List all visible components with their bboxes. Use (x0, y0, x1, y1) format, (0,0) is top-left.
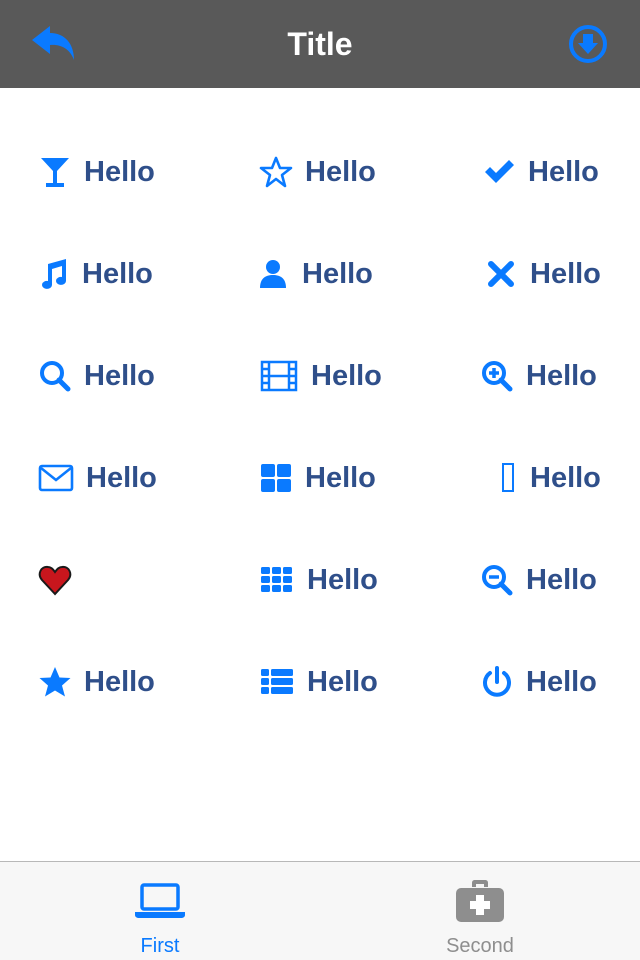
grid-item-star-outline[interactable]: Hello (259, 148, 376, 196)
film-icon (259, 359, 299, 393)
grid-item-envelope[interactable]: Hello (38, 454, 157, 502)
grid-item-label: Hello (311, 359, 382, 392)
grid-item-label: Hello (530, 257, 601, 290)
download-circle-icon (569, 25, 607, 63)
envelope-icon (38, 461, 74, 495)
tab-second-label: Second (446, 935, 514, 957)
power-icon (480, 665, 514, 699)
grid-item-label: Hello (82, 257, 153, 290)
close-icon (484, 257, 518, 291)
grid-item-power[interactable]: Hello (480, 658, 597, 706)
medkit-icon (320, 878, 640, 924)
grid-item-music[interactable]: Hello (36, 250, 153, 298)
grid-item-label: Hello (302, 257, 373, 290)
grid-item-label: Hello (84, 155, 155, 188)
grid-item-th-large[interactable]: Hello (259, 454, 376, 502)
th-icon (259, 563, 295, 597)
grid-item-label: Hello (307, 665, 378, 698)
grid-item-star[interactable]: Hello (38, 658, 155, 706)
th-large-icon (259, 461, 293, 495)
check-icon (482, 155, 516, 189)
grid-item-search[interactable]: Hello (38, 352, 155, 400)
grid-item-user[interactable]: Hello (256, 250, 373, 298)
grid-item-label: Hello (526, 359, 597, 392)
grid-item-check[interactable]: Hello (482, 148, 599, 196)
grid-item-th-list[interactable]: Hello (259, 658, 378, 706)
grid-item-film[interactable]: Hello (259, 352, 382, 400)
zoom-in-icon (480, 359, 514, 393)
grid-item-label: Hello (305, 155, 376, 188)
user-icon (256, 257, 290, 291)
star-outline-icon (259, 155, 293, 189)
grid-item-label: Hello (84, 359, 155, 392)
screen: Title Hello Hello Hello Hello Hello Hell… (0, 0, 640, 960)
grid-item-label: Hello (526, 563, 597, 596)
navigation-bar: Title (0, 0, 640, 88)
grid-item-label: Hello (305, 461, 376, 494)
grid-item-label: Hello (528, 155, 599, 188)
grid-item-glass[interactable]: Hello (38, 148, 155, 196)
grid-item-close[interactable]: Hello (484, 250, 601, 298)
grid-item-label: Hello (84, 665, 155, 698)
download-button[interactable] (562, 18, 614, 70)
heart-emoji-icon (38, 563, 72, 597)
zoom-out-icon (480, 563, 514, 597)
music-icon (36, 257, 70, 291)
th-list-icon (259, 665, 295, 699)
grid-item-zoom-in[interactable]: Hello (480, 352, 597, 400)
grid-item-label: Hello (526, 665, 597, 698)
tab-first-label: First (140, 935, 180, 957)
grid-item-label: Hello (86, 461, 157, 494)
grid-item-zoom-out[interactable]: Hello (480, 556, 597, 604)
grid-item-label: Hello (307, 563, 378, 596)
grid-item-heart[interactable] (38, 556, 84, 604)
glass-icon (38, 155, 72, 189)
nav-title: Title (287, 26, 353, 62)
search-icon (38, 359, 72, 393)
missing-glyph-icon (496, 461, 518, 495)
tab-bar: First Second (0, 861, 640, 960)
star-icon (38, 665, 72, 699)
grid-item-th[interactable]: Hello (259, 556, 378, 604)
tab-first[interactable]: First (0, 862, 320, 960)
tab-second[interactable]: Second (320, 862, 640, 960)
grid-item-label: Hello (530, 461, 601, 494)
laptop-icon (0, 878, 320, 924)
grid-item-missing-glyph[interactable]: Hello (496, 454, 601, 502)
